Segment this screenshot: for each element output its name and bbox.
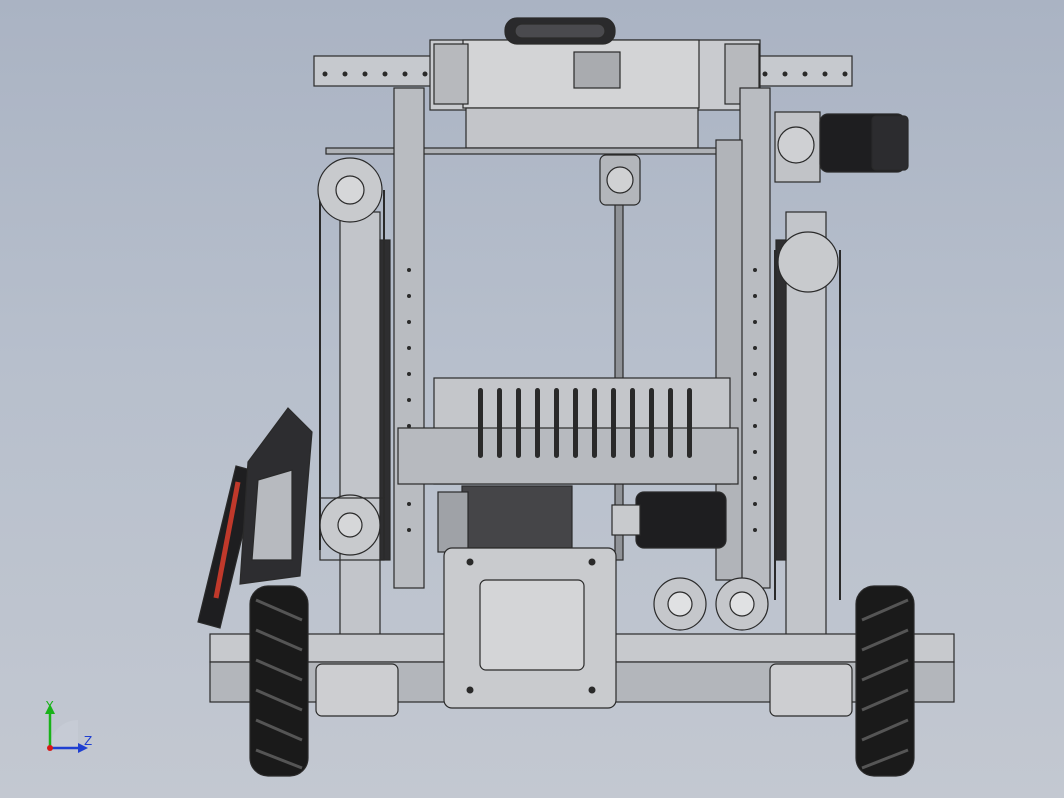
drive-gearboxes [653, 577, 769, 631]
lift-motor-top [774, 111, 909, 183]
mecanum-wheel-right [855, 585, 915, 777]
orientation-triad: Y Z [45, 699, 92, 753]
center-idler [599, 154, 641, 206]
upper-plate [325, 147, 747, 155]
robot-assembly-front-view [197, 17, 955, 777]
z-axis-label: Z [84, 734, 92, 748]
triad-origin [47, 745, 53, 751]
y-axis-label: Y [45, 699, 54, 713]
side-motor [611, 491, 727, 549]
mecanum-wheel-left [249, 585, 309, 777]
center-gearbox [437, 485, 573, 553]
cad-viewport[interactable]: Y Z [0, 0, 1064, 798]
center-belt [614, 159, 624, 561]
